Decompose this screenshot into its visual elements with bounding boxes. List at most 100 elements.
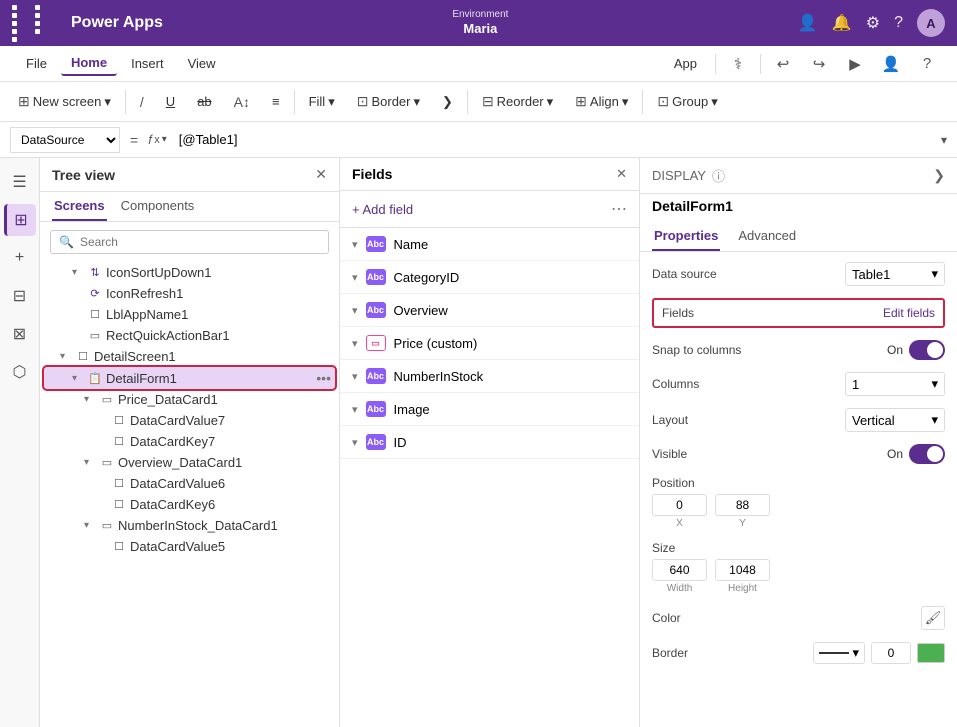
border-color-box[interactable] — [917, 643, 945, 663]
reorder-button[interactable]: ⊟ Reorder ▾ — [474, 90, 561, 113]
tree-item-dataCardValue6[interactable]: ☐ DataCardValue6 — [44, 473, 335, 494]
menu-home[interactable]: Home — [61, 51, 117, 76]
new-screen-button[interactable]: ⊞ New screen ▾ — [10, 90, 119, 113]
font-size-btn[interactable]: A↕ — [226, 91, 258, 113]
formula-fx-btn[interactable]: 𝑓x ▾ — [148, 132, 167, 148]
formula-input[interactable] — [173, 130, 935, 149]
field-item-categoryId[interactable]: ▾ Abc CategoryID — [340, 261, 639, 294]
slash-btn[interactable]: / — [132, 91, 152, 113]
snap-to-columns-toggle[interactable] — [909, 340, 945, 360]
tree-panel-close-btn[interactable]: ✕ — [315, 166, 327, 183]
field-item-numberInStock[interactable]: ▾ Abc NumberInStock — [340, 360, 639, 393]
tree-item-detailScreen1[interactable]: ▾ ☐ DetailScreen1 — [44, 346, 335, 367]
border-width-input[interactable] — [871, 642, 911, 664]
tab-advanced[interactable]: Advanced — [736, 222, 798, 251]
tree-item-rectQuickActionBar1[interactable]: ▭ RectQuickActionBar1 — [44, 325, 335, 346]
add-field-button[interactable]: + Add field — [352, 202, 413, 217]
tab-properties[interactable]: Properties — [652, 222, 720, 251]
notification-icon[interactable]: 🔔 — [832, 13, 852, 33]
field-item-name[interactable]: ▾ Abc Name — [340, 228, 639, 261]
app-button[interactable]: App — [664, 53, 707, 74]
person-icon[interactable]: 👤 — [798, 13, 818, 33]
visible-toggle[interactable] — [909, 444, 945, 464]
field-label: CategoryID — [394, 270, 460, 285]
size-width-group: Width — [652, 559, 707, 594]
tree-tab-screens[interactable]: Screens — [52, 192, 107, 221]
layout-select[interactable]: Vertical ▾ — [845, 408, 945, 432]
redo-icon[interactable]: ↪ — [805, 50, 833, 78]
fields-close-btn[interactable]: ✕ — [616, 166, 627, 182]
size-height-input[interactable] — [715, 559, 770, 581]
tree-item-detailForm1[interactable]: ▾ 📋 DetailForm1 ••• — [44, 367, 335, 389]
sidebar-icon-data[interactable]: ⊟ — [4, 280, 36, 312]
tree-item-menu-icon[interactable]: ••• — [316, 370, 331, 386]
toolbar-divider1 — [125, 90, 126, 114]
menu-view[interactable]: View — [178, 52, 226, 75]
menu-insert[interactable]: Insert — [121, 52, 174, 75]
help-icon[interactable]: ? — [894, 14, 903, 32]
item-icon: ☐ — [112, 435, 126, 449]
help-menu-icon[interactable]: ? — [913, 50, 941, 78]
pos-x-input[interactable] — [652, 494, 707, 516]
field-item-id[interactable]: ▾ Abc ID — [340, 426, 639, 459]
stethoscope-icon[interactable]: ⚕ — [724, 50, 752, 78]
tree-label: IconSortUpDown1 — [106, 265, 331, 280]
color-brush-btn[interactable]: 🖌 — [921, 606, 945, 630]
search-input[interactable] — [80, 235, 320, 249]
formula-chevron[interactable]: ▾ — [941, 133, 947, 147]
expand-btn[interactable]: ❯ — [434, 91, 461, 113]
pos-y-input[interactable] — [715, 494, 770, 516]
sidebar-icon-variables[interactable]: ⊠ — [4, 318, 36, 350]
app-launcher-icon[interactable] — [12, 5, 55, 42]
tree-item-numberInStock-datacard1[interactable]: ▾ ▭ NumberInStock_DataCard1 — [44, 515, 335, 536]
fill-button[interactable]: Fill ▾ — [301, 91, 343, 113]
field-item-overview[interactable]: ▾ Abc Overview — [340, 294, 639, 327]
tree-item-price-datacard1[interactable]: ▾ ▭ Price_DataCard1 — [44, 389, 335, 410]
tree-search-box: 🔍 — [50, 230, 329, 254]
data-source-select[interactable]: Table1 ▾ — [845, 262, 945, 286]
field-item-price[interactable]: ▾ ▭ Price (custom) — [340, 327, 639, 360]
tree-label: Price_DataCard1 — [118, 392, 331, 407]
expand-icon[interactable]: ❯ — [933, 167, 945, 184]
columns-select[interactable]: 1 ▾ — [845, 372, 945, 396]
undo-icon[interactable]: ↩ — [769, 50, 797, 78]
avatar[interactable]: A — [917, 9, 945, 37]
size-width-input[interactable] — [652, 559, 707, 581]
sidebar-icon-screens[interactable]: ⊞ — [4, 204, 36, 236]
underline-btn[interactable]: U — [158, 91, 183, 112]
sidebar-icon-menu[interactable]: ☰ — [4, 166, 36, 198]
align-button[interactable]: ⊞ Align ▾ — [567, 90, 636, 113]
border-label: Border — [652, 646, 688, 660]
item-icon: ☐ — [112, 477, 126, 491]
tree-item-lblAppName1[interactable]: ☐ LblAppName1 — [44, 304, 335, 325]
field-item-image[interactable]: ▾ Abc Image — [340, 393, 639, 426]
sidebar-icon-connectors[interactable]: ⬡ — [4, 356, 36, 388]
formula-bar: DataSource = 𝑓x ▾ ▾ — [0, 122, 957, 158]
align-text-btn[interactable]: ≡ — [264, 91, 288, 112]
border-toolbar-btn[interactable]: ⊡ Border ▾ — [349, 90, 428, 113]
fields-more-icon[interactable]: ⋯ — [611, 199, 627, 219]
tree-item-dataCardKey6[interactable]: ☐ DataCardKey6 — [44, 494, 335, 515]
menu-file[interactable]: File — [16, 52, 57, 75]
tree-item-dataCardValue7[interactable]: ☐ DataCardValue7 — [44, 410, 335, 431]
edit-fields-button[interactable]: Edit fields — [883, 306, 935, 320]
border-style-select[interactable]: ▾ — [813, 642, 865, 664]
help-circle-icon[interactable]: ⓘ — [712, 166, 725, 185]
tree-tab-components[interactable]: Components — [119, 192, 197, 221]
control-selector[interactable]: DataSource — [10, 127, 120, 153]
settings-icon[interactable]: ⚙ — [866, 13, 880, 33]
person-add-icon[interactable]: 👤 — [877, 50, 905, 78]
tree-item-iconSortUpDown1[interactable]: ▾ ⇅ IconSortUpDown1 — [44, 262, 335, 283]
tree-label: DataCardValue5 — [130, 539, 331, 554]
sidebar-icon-insert[interactable]: + — [4, 242, 36, 274]
tree-item-iconRefresh1[interactable]: ⟳ IconRefresh1 — [44, 283, 335, 304]
group-button[interactable]: ⊡ Group ▾ — [649, 90, 725, 113]
item-icon: ☐ — [76, 350, 90, 364]
tree-item-dataCardValue5[interactable]: ☐ DataCardValue5 — [44, 536, 335, 557]
tree-item-dataCardKey7[interactable]: ☐ DataCardKey7 — [44, 431, 335, 452]
strikethrough-btn[interactable]: ab — [189, 91, 219, 112]
tree-item-overview-datacard1[interactable]: ▾ ▭ Overview_DataCard1 — [44, 452, 335, 473]
play-icon[interactable]: ▶ — [841, 50, 869, 78]
field-label: Price (custom) — [394, 336, 478, 351]
data-source-label: Data source — [652, 267, 717, 281]
